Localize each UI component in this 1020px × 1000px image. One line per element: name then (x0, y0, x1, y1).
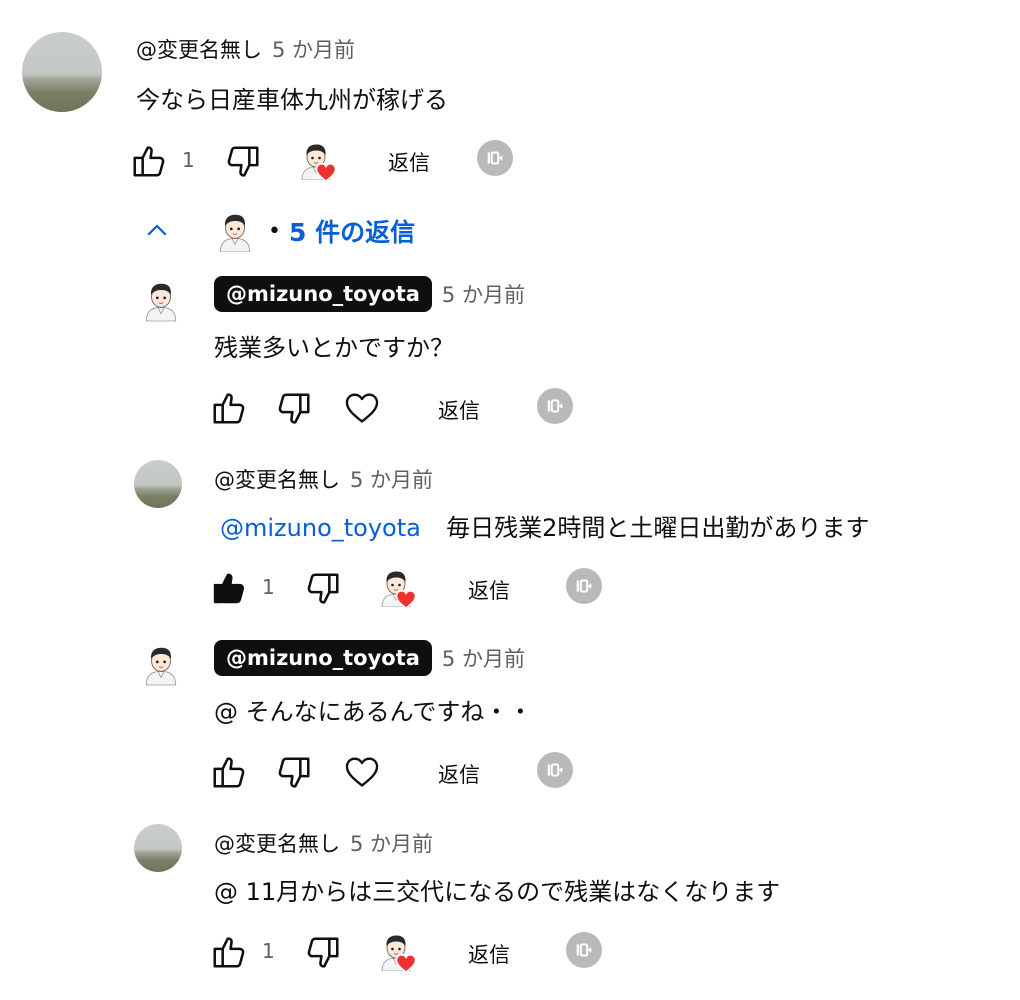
like-count: 1 (262, 939, 275, 963)
creator-avatar-icon (214, 210, 256, 252)
reply-avatar[interactable] (134, 824, 182, 872)
reply-avatar[interactable] (140, 642, 182, 690)
creator-badge (566, 568, 602, 604)
reply-text: 残業多いとかですか？ (214, 334, 454, 362)
reply-button[interactable]: 返信 (438, 395, 480, 425)
replies-toggle[interactable]: • 5 件の返信 (142, 210, 415, 252)
reply-header: @mizuno_toyota 5 か月前 (214, 276, 525, 312)
creator-mark-icon (544, 395, 566, 417)
heart-icon (394, 587, 418, 611)
creator-badge (477, 140, 513, 176)
reply-button[interactable]: 返信 (388, 147, 430, 177)
dislike-icon[interactable] (304, 934, 342, 972)
creator-mark-icon (573, 575, 595, 597)
reply-header: @変更名無し 5 か月前 (214, 464, 433, 494)
heart-icon[interactable] (343, 753, 381, 791)
reply-avatar[interactable] (140, 278, 182, 326)
reply-text: @ そんなにあるんですね・・ (214, 698, 533, 726)
replies-dot: • (268, 218, 281, 244)
creator-mark-icon (573, 939, 595, 961)
reply-button[interactable]: 返信 (468, 939, 510, 969)
comment-time[interactable]: 5 か月前 (272, 34, 355, 64)
reply-text: @ 11月からは三交代になるので残業はなくなります (214, 878, 781, 906)
chevron-up-icon (142, 216, 172, 246)
dislike-icon[interactable] (304, 570, 342, 608)
reply-time[interactable]: 5 か月前 (442, 279, 525, 309)
like-icon[interactable] (130, 142, 168, 180)
reply-body: 毎日残業2時間と土曜日出勤があります (446, 514, 870, 542)
like-icon[interactable] (210, 933, 248, 971)
like-icon[interactable] (210, 389, 248, 427)
creator-mark-icon (544, 759, 566, 781)
comment-text: 今なら日産車体九州が稼げる (136, 86, 448, 114)
creator-mark-icon (484, 147, 506, 169)
dislike-icon[interactable] (275, 754, 313, 792)
creator-avatar-icon (140, 642, 182, 686)
reply-avatar[interactable] (134, 460, 182, 508)
reply-header: @変更名無し 5 か月前 (214, 828, 433, 858)
reply-author[interactable]: @変更名無し (214, 464, 340, 494)
reply-time[interactable]: 5 か月前 (442, 643, 525, 673)
heart-icon (314, 160, 338, 184)
heart-icon (394, 951, 418, 975)
comment-header: @変更名無し 5 か月前 (136, 34, 355, 64)
creator-heart (296, 140, 340, 186)
reply-text: @mizuno_toyota 毎日残業2時間と土曜日出勤があります (220, 508, 869, 543)
creator-heart (376, 567, 420, 613)
creator-avatar-icon (140, 278, 182, 322)
heart-icon[interactable] (343, 389, 381, 427)
creator-badge (537, 752, 573, 788)
reply-author[interactable]: @mizuno_toyota (214, 276, 432, 312)
reply-header: @mizuno_toyota 5 か月前 (214, 640, 525, 676)
like-icon-active[interactable] (210, 569, 248, 607)
reply-author[interactable]: @mizuno_toyota (214, 640, 432, 676)
creator-badge (537, 388, 573, 424)
commenter-avatar[interactable] (22, 32, 102, 112)
reply-button[interactable]: 返信 (438, 759, 480, 789)
reply-button[interactable]: 返信 (468, 575, 510, 605)
mention-link[interactable]: @mizuno_toyota (220, 514, 421, 542)
dislike-icon[interactable] (275, 390, 313, 428)
reply-time[interactable]: 5 か月前 (350, 464, 433, 494)
like-count: 1 (182, 148, 195, 172)
reply-author[interactable]: @変更名無し (214, 828, 340, 858)
creator-badge (566, 932, 602, 968)
replies-count-label: 5 件の返信 (288, 218, 416, 247)
comment-author[interactable]: @変更名無し (136, 34, 262, 64)
dislike-icon[interactable] (224, 143, 262, 181)
reply-time[interactable]: 5 か月前 (350, 828, 433, 858)
like-count: 1 (262, 575, 275, 599)
creator-heart (376, 931, 420, 977)
like-icon[interactable] (210, 753, 248, 791)
